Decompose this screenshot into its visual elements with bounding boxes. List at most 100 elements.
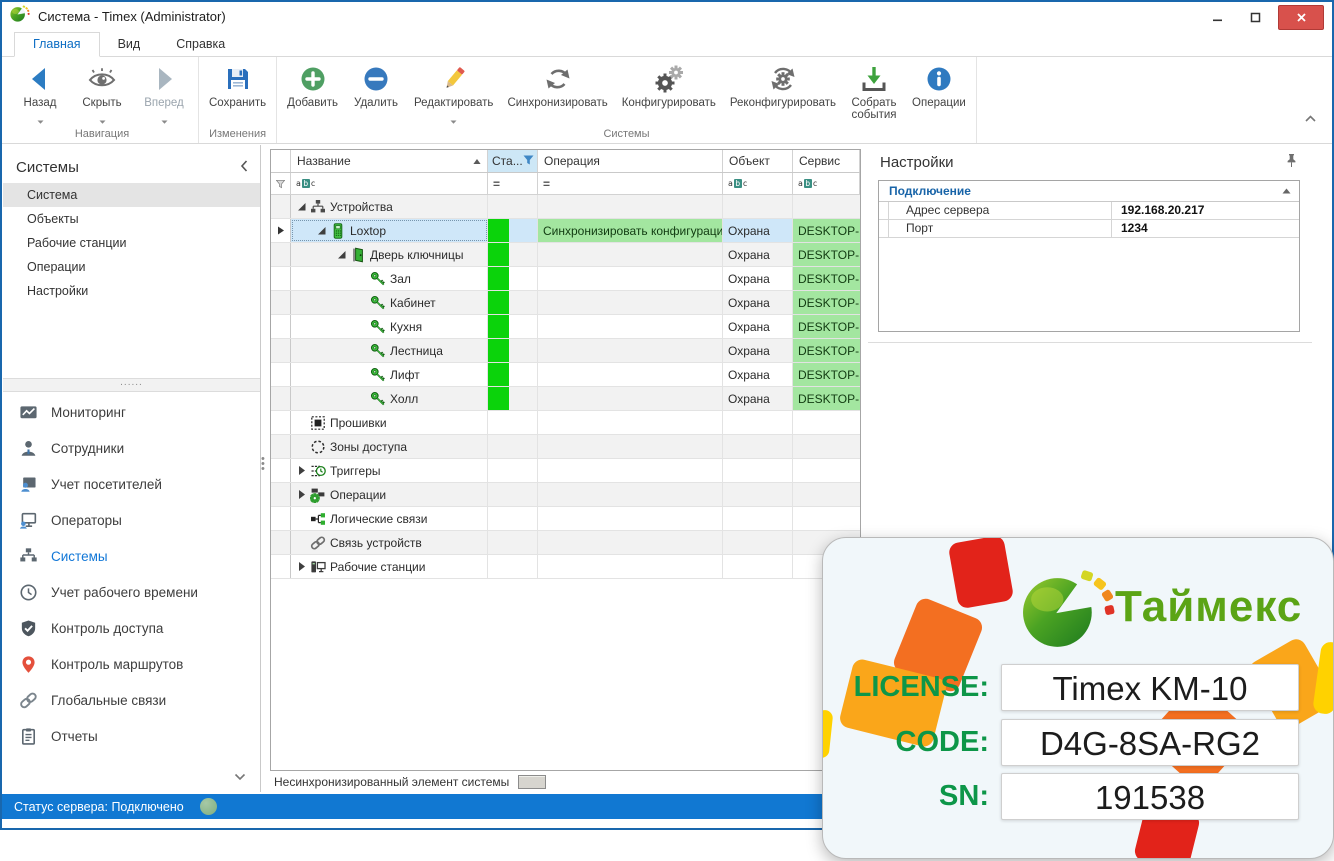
filter-cell-operation[interactable]: = [538,173,723,194]
minimize-icon [1212,12,1223,23]
синхронизировать-button[interactable]: Синхронизировать [500,57,614,109]
table-row[interactable]: ХоллОхранаDESKTOP-... [271,387,860,411]
expander-closed-icon[interactable] [296,465,307,476]
property-value[interactable]: 1234 [1112,220,1148,237]
сохранить-button[interactable]: Сохранить [202,57,273,109]
собрать-события-button[interactable]: Собрать события [843,57,905,121]
table-row[interactable]: Рабочие станции [271,555,860,579]
tree-item-рабочие-станции[interactable]: Рабочие станции [291,555,488,578]
column-header-object[interactable]: Объект [723,150,793,172]
скрыть-button[interactable]: Скрыть [71,57,133,116]
table-row[interactable]: КабинетОхранаDESKTOP-... [271,291,860,315]
status-green-block [488,339,509,362]
tree-item-прошивки[interactable]: Прошивки [291,411,488,434]
table-row[interactable]: Дверь ключницыОхранаDESKTOP-... [271,243,860,267]
tree-item-кабинет[interactable]: Кабинет [291,291,488,314]
filter-cell-service[interactable]: abc [793,173,860,194]
tree-item-дверь-ключницы[interactable]: Дверь ключницы [291,243,488,266]
column-header-service[interactable]: Сервис [793,150,860,172]
expander-open-icon[interactable] [296,201,307,212]
filter-edit-icon[interactable] [271,173,291,194]
column-header-operation[interactable]: Операция [538,150,723,172]
table-row[interactable]: Триггеры [271,459,860,483]
операции-button[interactable]: Операции [905,57,973,109]
column-header-status[interactable]: Ста... [488,150,538,172]
expander-open-icon[interactable] [316,225,327,236]
tab-вид[interactable]: Вид [100,33,159,56]
tree-item-loxtop[interactable]: Loxtop [291,219,488,242]
table-row[interactable]: Операции [271,483,860,507]
nav-item-1[interactable]: Мониторинг [3,394,260,430]
реконфигурировать-button[interactable]: Реконфигурировать [723,57,843,109]
maximize-button[interactable] [1240,7,1270,29]
property-category[interactable]: Подключение [879,181,1299,202]
tree-item-связь-устройств[interactable]: Связь устройств [291,531,488,554]
property-value[interactable]: 192.168.20.217 [1112,202,1204,219]
tree-item-кухня[interactable]: Кухня [291,315,488,338]
sidebar-item-2[interactable]: Объекты [3,207,260,231]
sidebar-item-1[interactable]: Система [3,183,260,207]
nav-item-6[interactable]: Учет рабочего времени [3,574,260,610]
nav-item-label: Глобальные связи [51,693,166,708]
tree-item-лестница[interactable]: Лестница [291,339,488,362]
table-row[interactable]: Зоны доступа [271,435,860,459]
firmware-icon [310,415,326,431]
ribbon-collapse-button[interactable] [1305,109,1316,127]
редактировать-button[interactable]: Редактировать [407,57,500,116]
table-row[interactable]: Прошивки [271,411,860,435]
удалить-button[interactable]: Удалить [345,57,407,109]
sidebar-item-4[interactable]: Операции [3,255,260,279]
table-row[interactable]: Устройства [271,195,860,219]
tree-item-зал[interactable]: Зал [291,267,488,290]
nav-item-2[interactable]: Сотрудники [3,430,260,466]
filter-funnel-icon[interactable] [523,154,534,168]
close-button[interactable] [1278,5,1324,30]
sidebar-collapse-button[interactable] [240,159,248,176]
tree-item-лифт[interactable]: Лифт [291,363,488,386]
tree-item-устройства[interactable]: Устройства [291,195,488,218]
expander-open-icon[interactable] [336,249,347,260]
tree-item-триггеры[interactable]: Триггеры [291,459,488,482]
nav-item-10[interactable]: Отчеты [3,718,260,754]
sidebar-overflow-button[interactable] [234,768,246,786]
filter-cell-status[interactable]: = [488,173,538,194]
tab-главная[interactable]: Главная [14,32,100,57]
table-row[interactable]: ЗалОхранаDESKTOP-... [271,267,860,291]
nav-item-8[interactable]: Контроль маршрутов [3,646,260,682]
delete-icon [360,60,392,97]
nav-item-5[interactable]: Системы [3,538,260,574]
tree-item-операции[interactable]: Операции [291,483,488,506]
sidebar-splitter[interactable]: ...... [3,378,260,392]
column-header-name[interactable]: Название [291,150,488,172]
nav-item-9[interactable]: Глобальные связи [3,682,260,718]
добавить-button[interactable]: Добавить [280,57,345,109]
table-row[interactable]: Логические связи [271,507,860,531]
filter-cell-name[interactable]: abc [291,173,488,194]
table-row[interactable]: ЛифтОхранаDESKTOP-... [271,363,860,387]
minimize-button[interactable] [1202,7,1232,29]
назад-button[interactable]: Назад [9,57,71,116]
service-cell [793,435,860,458]
tree-item-холл[interactable]: Холл [291,387,488,410]
tree-item-label: Лифт [390,368,420,382]
nav-item-7[interactable]: Контроль доступа [3,610,260,646]
nav-item-4[interactable]: Операторы [3,502,260,538]
sidebar-item-5[interactable]: Настройки [3,279,260,303]
table-row[interactable]: Связь устройств [271,531,860,555]
expander-closed-icon[interactable] [296,489,307,500]
конфигурировать-button[interactable]: Конфигурировать [615,57,723,109]
tab-справка[interactable]: Справка [158,33,243,56]
expander-closed-icon[interactable] [296,561,307,572]
pin-icon[interactable] [1285,153,1298,172]
sidebar-item-3[interactable]: Рабочие станции [3,231,260,255]
table-row[interactable]: КухняОхранаDESKTOP-... [271,315,860,339]
table-row[interactable]: ЛестницаОхранаDESKTOP-... [271,339,860,363]
object-cell [723,507,793,530]
table-row[interactable]: LoxtopСинхронизировать конфигурациюОхран… [271,219,860,243]
filter-cell-object[interactable]: abc [723,173,793,194]
tree-item-зоны-доступа[interactable]: Зоны доступа [291,435,488,458]
object-cell: Охрана [723,219,793,242]
panel-splitter-handle[interactable]: ••• [261,457,267,472]
tree-item-логические-связи[interactable]: Логические связи [291,507,488,530]
nav-item-3[interactable]: Учет посетителей [3,466,260,502]
